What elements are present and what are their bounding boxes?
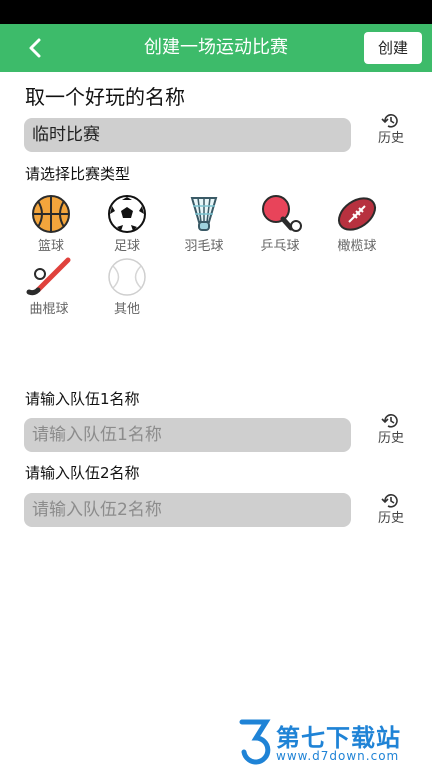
type-section-label: 请选择比赛类型 — [25, 165, 131, 183]
sport-name: 篮球 — [37, 239, 64, 254]
basketball-icon — [32, 195, 70, 233]
create-button[interactable]: 创建 — [364, 32, 422, 64]
sport-option-rugby[interactable]: 橄榄球 — [327, 194, 387, 256]
sport-option-soccer[interactable]: 足球 — [97, 194, 157, 256]
name-section-title: 取一个好玩的名称 — [25, 85, 185, 109]
sport-option-pingpong[interactable]: 乒乓球 — [250, 194, 310, 256]
sport-name: 曲棍球 — [29, 302, 69, 317]
hockey-stick-icon — [26, 257, 71, 296]
shuttlecock-icon — [190, 197, 218, 231]
sport-name: 羽毛球 — [184, 239, 224, 254]
app-bar: 创建一场运动比赛 创建 — [0, 24, 432, 72]
history-icon — [381, 494, 398, 508]
watermark: 第七下载站 www.d7down.com — [236, 716, 432, 768]
name-history-button[interactable]: 历史 — [371, 112, 411, 147]
sport-name: 乒乓球 — [260, 239, 300, 254]
sport-name: 足球 — [113, 239, 140, 254]
history-icon — [381, 414, 398, 428]
sport-option-basketball[interactable]: 篮球 — [21, 194, 81, 256]
sport-option-badminton[interactable]: 羽毛球 — [174, 194, 234, 256]
history-icon — [381, 114, 398, 128]
watermark-url: www.d7down.com — [276, 749, 400, 763]
rugby-ball-icon — [337, 197, 377, 231]
status-bar — [0, 0, 432, 24]
watermark-logo-icon — [239, 719, 271, 765]
history-label: 历史 — [377, 431, 404, 446]
soccer-ball-icon — [108, 195, 146, 233]
team1-label: 请输入队伍1名称 — [25, 390, 140, 408]
team2-name-input[interactable]: 请输入队伍2名称 — [24, 493, 351, 527]
team1-history-button[interactable]: 历史 — [371, 412, 411, 447]
watermark-text: 第七下载站 — [276, 724, 401, 752]
team2-label: 请输入队伍2名称 — [25, 464, 140, 482]
sport-name: 橄榄球 — [337, 239, 377, 254]
other-ball-icon — [108, 258, 146, 296]
sport-option-hockey[interactable]: 曲棍球 — [19, 257, 79, 319]
team2-history-button[interactable]: 历史 — [371, 492, 411, 527]
ping-pong-icon — [262, 195, 302, 232]
history-label: 历史 — [377, 511, 404, 526]
history-label: 历史 — [377, 131, 404, 146]
match-name-field[interactable]: 临时比赛 — [24, 118, 351, 152]
team1-name-input[interactable]: 请输入队伍1名称 — [24, 418, 351, 452]
sport-name: 其他 — [113, 302, 140, 317]
sport-option-other[interactable]: 其他 — [97, 257, 157, 319]
